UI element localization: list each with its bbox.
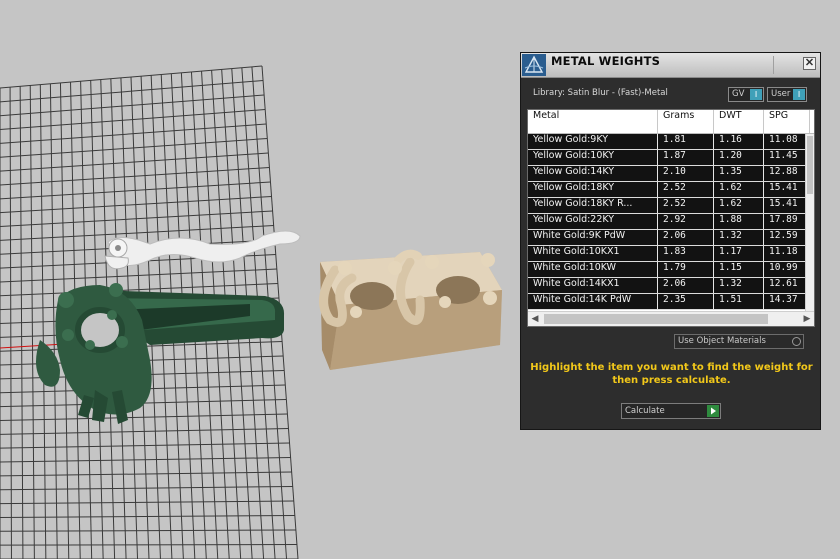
grams-cell: 1.81 [658,134,714,149]
spg-cell: 12.61 [764,278,810,293]
use-object-materials-toggle[interactable]: Use Object Materials [674,334,804,349]
table-row[interactable]: Yellow Gold:22KY 2.92 1.88 17.89 [528,214,810,230]
close-button[interactable]: ✕ [803,57,816,70]
grams-cell: 2.35 [658,294,714,309]
calculate-label: Calculate [625,406,665,416]
horizontal-scroll-thumb[interactable] [544,314,768,324]
use-object-materials-label: Use Object Materials [678,336,766,346]
table-row[interactable]: Yellow Gold:18KY 2.52 1.62 15.41 [528,182,810,198]
toggle-knob-icon: I [793,89,805,100]
table-row[interactable]: White Gold:14K PdW 2.35 1.51 14.37 [528,294,810,310]
user-toggle[interactable]: User I [767,87,807,102]
spg-cell: 11.45 [764,150,810,165]
table-row[interactable]: Yellow Gold:18KY R... 2.52 1.62 15.41 [528,198,810,214]
titlebar-separator [773,56,786,74]
column-header-metal[interactable]: Metal [528,110,658,133]
dwt-cell: 1.32 [714,278,764,293]
column-header-spg[interactable]: SPG [764,110,810,133]
grams-cell: 2.06 [658,278,714,293]
metal-name-cell: Yellow Gold:9KY [528,134,658,149]
metal-name-cell: White Gold:14KX1 [528,278,658,293]
horizontal-scrollbar[interactable]: ◀ ▶ [528,311,814,326]
table-row[interactable]: Yellow Gold:10KY 1.87 1.20 11.45 [528,150,810,166]
scroll-left-icon[interactable]: ◀ [528,312,542,326]
table-body: Yellow Gold:9KY 1.81 1.16 11.08 Yellow Gold:… [528,134,810,310]
panel-titlebar[interactable]: METAL WEIGHTS ✕ [521,53,820,78]
spg-cell: 12.88 [764,166,810,181]
play-arrow-icon [707,405,719,417]
spg-cell: 10.99 [764,262,810,277]
grams-cell: 2.06 [658,230,714,245]
dwt-cell: 1.51 [714,294,764,309]
dwt-cell: 1.62 [714,198,764,213]
grams-cell: 2.92 [658,214,714,229]
grams-cell: 2.10 [658,166,714,181]
spg-cell: 17.89 [764,214,810,229]
metal-weights-table: Metal Grams DWT SPG Yellow Gold:9KY 1.81 1… [527,109,815,327]
calculate-button[interactable]: Calculate [621,403,721,419]
gv-toggle-label: GV [732,89,745,99]
grams-cell: 2.52 [658,182,714,197]
metal-weights-panel: METAL WEIGHTS ✕ Library: Satin Blur - (F… [520,52,821,430]
dwt-cell: 1.32 [714,230,764,245]
metal-name-cell: Yellow Gold:18KY [528,182,658,197]
scroll-right-icon[interactable]: ▶ [800,312,814,326]
metal-name-cell: Yellow Gold:14KY [528,166,658,181]
metal-name-cell: White Gold:10KW [528,262,658,277]
vertical-scrollbar[interactable] [805,134,814,314]
panel-title: METAL WEIGHTS [551,54,661,68]
dwt-cell: 1.17 [714,246,764,261]
table-row[interactable]: White Gold:14KX1 2.06 1.32 12.61 [528,278,810,294]
spg-cell: 11.18 [764,246,810,261]
instruction-text: Highlight the item you want to find the … [530,362,813,386]
spg-cell: 14.37 [764,294,810,309]
metal-name-cell: Yellow Gold:10KY [528,150,658,165]
spg-cell: 15.41 [764,182,810,197]
dwt-cell: 1.15 [714,262,764,277]
dwt-cell: 1.62 [714,182,764,197]
library-label: Library: Satin Blur - (Fast)-Metal [533,88,668,98]
table-row[interactable]: White Gold:10KW 1.79 1.15 10.99 [528,262,810,278]
grams-cell: 2.52 [658,198,714,213]
column-header-dwt[interactable]: DWT [714,110,764,133]
metal-name-cell: White Gold:10KX1 [528,246,658,261]
table-row[interactable]: Yellow Gold:9KY 1.81 1.16 11.08 [528,134,810,150]
table-row[interactable]: White Gold:9K PdW 2.06 1.32 12.59 [528,230,810,246]
dwt-cell: 1.88 [714,214,764,229]
radio-icon [792,337,801,346]
metal-name-cell: Yellow Gold:22KY [528,214,658,229]
pyramid-logo-icon [522,54,546,76]
grid-line [0,544,297,546]
column-header-grams[interactable]: Grams [658,110,714,133]
table-header: Metal Grams DWT SPG [528,110,814,134]
metal-name-cell: White Gold:9K PdW [528,230,658,245]
metal-name-cell: Yellow Gold:18KY R... [528,198,658,213]
grams-cell: 1.87 [658,150,714,165]
dwt-cell: 1.35 [714,166,764,181]
spg-cell: 11.08 [764,134,810,149]
dwt-cell: 1.20 [714,150,764,165]
metal-name-cell: White Gold:14K PdW [528,294,658,309]
user-toggle-label: User [771,89,791,99]
table-row[interactable]: Yellow Gold:14KY 2.10 1.35 12.88 [528,166,810,182]
dwt-cell: 1.16 [714,134,764,149]
grams-cell: 1.79 [658,262,714,277]
gv-toggle[interactable]: GV I [728,87,764,102]
grams-cell: 1.83 [658,246,714,261]
table-row[interactable]: White Gold:10KX1 1.83 1.17 11.18 [528,246,810,262]
spg-cell: 12.59 [764,230,810,245]
toggle-knob-icon: I [750,89,762,100]
spg-cell: 15.41 [764,198,810,213]
vertical-scroll-thumb[interactable] [807,136,813,194]
